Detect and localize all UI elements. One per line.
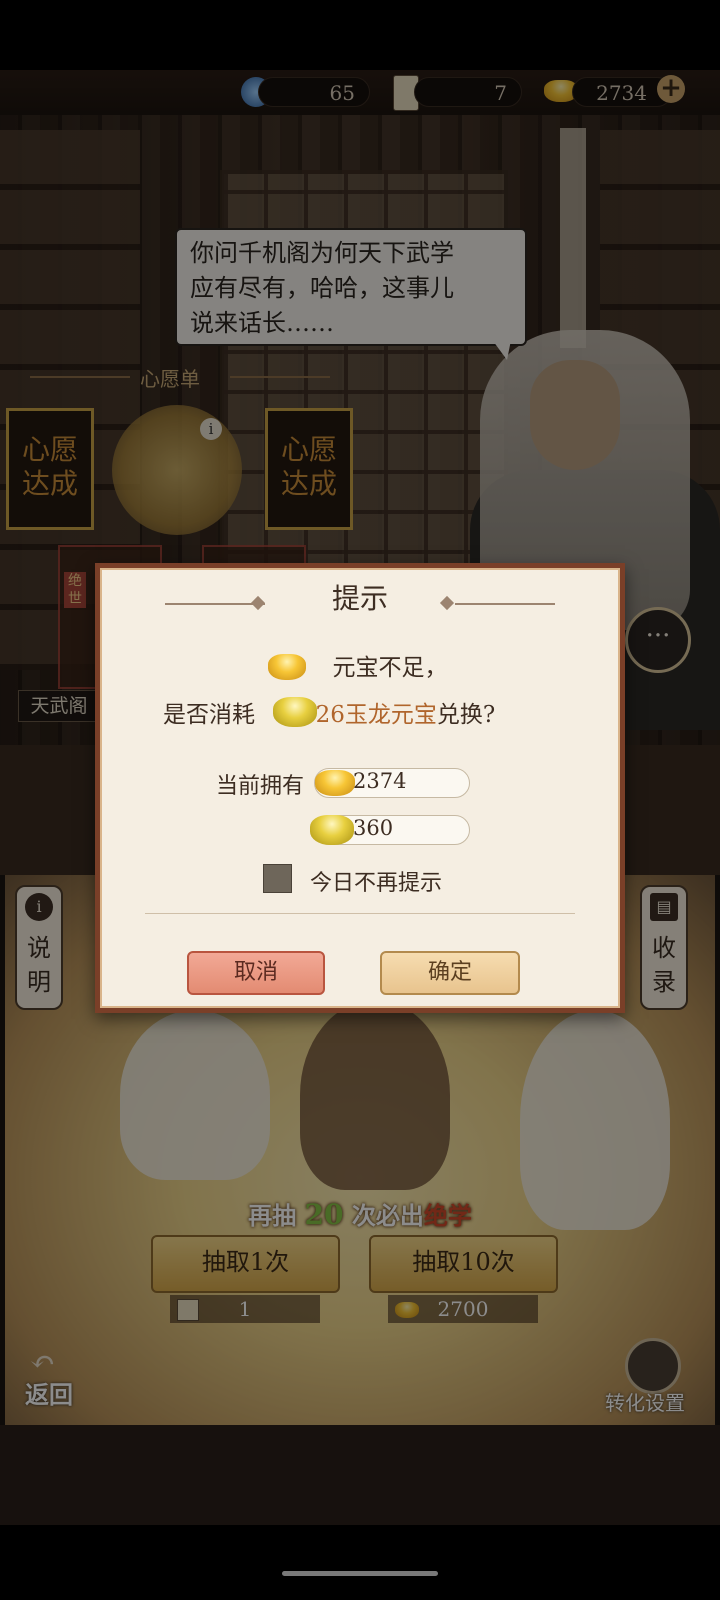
dialog-title: 提示: [331, 582, 388, 615]
dont-remind-label[interactable]: 今日不再提示: [310, 865, 442, 897]
exchange-amount: 326玉龙元宝: [301, 702, 437, 728]
dont-remind-checkbox[interactable]: [263, 864, 292, 893]
jade-ingot-icon: [273, 697, 317, 727]
confirm-button[interactable]: 确定: [380, 951, 520, 995]
dialog-divider: [145, 913, 575, 914]
exchange-suffix: 兑换?: [436, 702, 496, 728]
owned-gold-value: 2374: [353, 769, 407, 793]
gold-ingot-icon: [315, 770, 355, 796]
owned-label: 当前拥有: [216, 774, 305, 799]
exchange-prefix: 是否消耗: [163, 702, 255, 728]
jade-ingot-icon: [310, 815, 354, 845]
title-deco-right: [455, 603, 555, 605]
insufficient-message: 元宝不足，: [332, 655, 448, 681]
cancel-button[interactable]: 取消: [187, 951, 325, 995]
exchange-message: 是否消耗 326玉龙元宝兑换?: [163, 695, 495, 729]
owned-jade-value: 360: [353, 816, 394, 840]
